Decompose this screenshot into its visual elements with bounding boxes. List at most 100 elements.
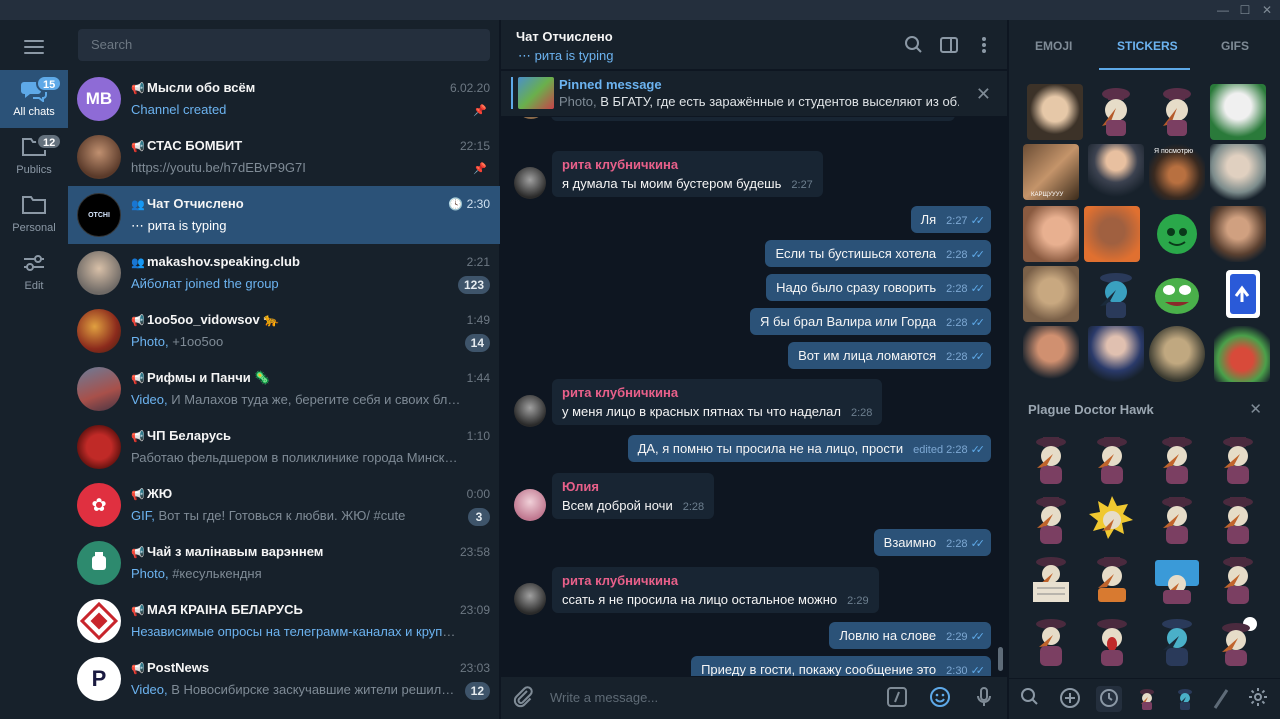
close-icon[interactable]: ✕ [976,84,991,105]
chat-list-item[interactable]: 📢 ЧП Беларусь 1:10 Работаю фельдшером в п… [68,418,500,476]
message-input[interactable]: Write a message... [550,690,658,705]
sticker[interactable] [1088,266,1144,322]
scrollbar-thumb[interactable] [998,647,1003,671]
pinned-message-bar[interactable]: Pinned message Photo, В БГАТУ, где есть … [501,71,1007,117]
tab-stickers[interactable]: STICKERS [1117,39,1178,53]
folder-unread-badge: 12 [36,133,63,150]
search-input[interactable]: Search [78,29,490,61]
emoji-icon[interactable] [928,685,952,709]
sticker[interactable] [1027,84,1083,140]
sticker[interactable] [1210,432,1266,488]
sticker[interactable] [1088,84,1144,140]
recent-icon[interactable] [1096,686,1122,712]
chat-time: 6.02.20 [449,81,490,95]
sticker[interactable] [1149,614,1205,670]
sticker[interactable] [1210,492,1266,548]
sticker[interactable] [1214,266,1270,322]
folder-personal[interactable]: Personal [0,186,68,244]
sticker-set-icon[interactable] [1209,686,1235,712]
chat-list-item[interactable]: P 📢 PostNews 23:03 Video, В Новосибирске … [68,650,500,708]
close-icon[interactable]: ✕ [1249,400,1262,418]
sticker[interactable] [1149,84,1205,140]
chat-list-item-selected[interactable]: OTCHI SLENO 👥Чат Отчислено 🕓 2:30 ⋯ рита… [68,186,500,244]
chat-list-item[interactable]: 📢 Чай з малінавым варэннем 23:58 Photo, #… [68,534,500,592]
chat-list-item[interactable]: ✿ 📢 ЖЮ 0:00 GIF, Вот ты где! Готовься к л… [68,476,500,534]
sticker[interactable] [1149,266,1205,322]
sticker[interactable]: КАРЩУУУУ [1023,144,1079,200]
message-composer: Write a message... [501,676,1007,719]
sticker[interactable] [1214,326,1270,382]
chat-list-item[interactable]: 👥 makashov.speaking.club 2:21 Айболат joi… [68,244,500,302]
message-time: 2:29 [946,631,968,643]
sticker-set-icon[interactable] [1134,686,1160,712]
search-icon[interactable] [903,34,925,56]
sticker[interactable] [1023,492,1079,548]
chat-name: 📢 ЧП Беларусь [131,428,232,443]
search-icon[interactable] [1017,686,1043,712]
folder-publics[interactable]: 12 Publics [0,128,68,186]
menu-icon[interactable] [24,40,44,54]
chat-title[interactable]: Чат Отчислено [516,29,613,44]
tab-emoji[interactable]: EMOJI [1035,39,1072,53]
sticker[interactable]: Я посмотрю [1149,144,1205,200]
sticker[interactable] [1149,552,1205,608]
attach-icon[interactable] [511,685,535,709]
sticker[interactable] [1210,84,1266,140]
chat-list-item[interactable]: 📢 1oo5oo_vidowsov 🐆 1:49 Photo, +1oo5oo 1… [68,302,500,360]
sticker[interactable] [1149,492,1205,548]
sticker[interactable] [1023,614,1079,670]
sticker[interactable] [1084,206,1140,262]
sticker[interactable] [1149,432,1205,488]
microphone-icon[interactable] [972,685,996,709]
avatar [77,309,121,353]
chat-list: Search MB 📢 Мысли обо всём 6.02.20 Channe… [68,20,500,719]
commands-icon[interactable] [885,685,909,709]
folder-edit[interactable]: Edit [0,244,68,302]
sticker[interactable] [1084,492,1140,548]
sticker[interactable] [1210,144,1266,200]
sidebar-toggle-icon[interactable] [938,34,960,56]
chat-name: 📢 Мысли обо всём [131,80,256,95]
chat-name: 📢 МАЯ КРАІНА БЕЛАРУСЬ [131,602,303,617]
typing-status: ⋯ рита is typing [518,48,614,63]
avatar [77,251,121,295]
sticker-set-icon[interactable] [1172,686,1198,712]
message-text: Всем доброй ночи [562,498,673,513]
add-sticker-icon[interactable] [1057,686,1083,712]
sticker[interactable] [1084,432,1140,488]
sticker[interactable] [1088,144,1144,200]
sticker[interactable] [1210,614,1266,670]
chat-last-message: GIF, Вот ты где! Готовься к любви. ЖЮ/ #… [131,508,406,523]
message-text: Ля [920,212,937,227]
avatar [77,367,121,411]
message-text: Надо было сразу говорить [776,280,937,295]
sticker-panel: EMOJI STICKERS GIFS КАРЩУУУУ Я посмотрю … [1008,20,1280,719]
sticker[interactable] [1210,206,1266,262]
folder-all-chats[interactable]: 15 All chats [0,70,68,128]
chat-list-item[interactable]: 📢 Рифмы и Панчи 🦠 1:44 Video, И Малахов т… [68,360,500,418]
more-icon[interactable] [973,34,995,56]
close-window-button[interactable]: ✕ [1258,2,1276,18]
sticker[interactable] [1149,326,1205,382]
sticker[interactable] [1149,206,1205,262]
chat-list-item[interactable]: 📢 МАЯ КРАІНА БЕЛАРУСЬ 23:09 Независимые о… [68,592,500,650]
gear-icon[interactable] [1245,686,1271,712]
chat-list-item[interactable]: 📢 СТАС БОМБИТ 22:15 https://youtu.be/h7dE… [68,128,500,186]
sticker[interactable] [1084,614,1140,670]
chat-time: 23:58 [459,545,490,559]
sticker[interactable] [1023,432,1079,488]
chat-list-item[interactable]: MB 📢 Мысли обо всём 6.02.20 Channel creat… [68,70,500,128]
maximize-button[interactable]: ☐ [1236,2,1254,18]
sticker[interactable] [1210,552,1266,608]
sticker[interactable] [1023,552,1079,608]
minimize-button[interactable]: — [1214,2,1232,18]
sticker[interactable] [1023,326,1079,382]
chat-last-message: https://youtu.be/h7dEBvP9G7I [131,160,306,175]
sticker[interactable] [1084,552,1140,608]
chat-time: 22:15 [459,139,490,153]
message-text: Если ты бустишься хотела [775,246,937,261]
tab-gifs[interactable]: GIFS [1221,39,1249,53]
sticker[interactable] [1088,326,1144,382]
sticker[interactable] [1023,266,1079,322]
sticker[interactable] [1023,206,1079,262]
